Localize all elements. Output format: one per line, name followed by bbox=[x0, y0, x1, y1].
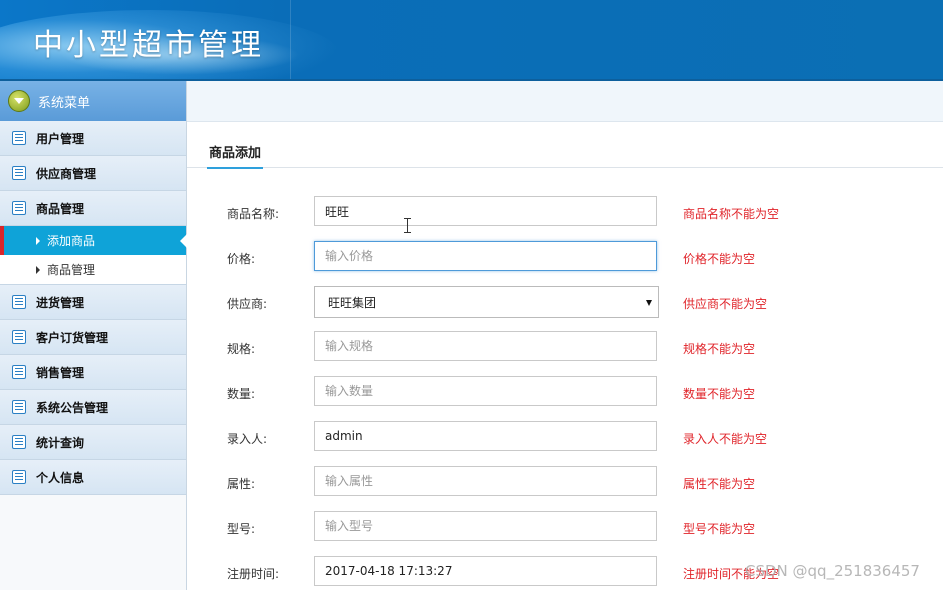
sidebar-header-label: 系统菜单 bbox=[38, 95, 91, 111]
list-icon bbox=[12, 295, 26, 309]
form-row-entry: 录入人: 录入人不能为空 bbox=[187, 421, 943, 455]
collapse-toggle-icon[interactable] bbox=[8, 90, 30, 112]
sidebar-item-profile[interactable]: 个人信息 bbox=[0, 460, 186, 495]
entry-person-input[interactable] bbox=[314, 421, 657, 451]
sidebar-item-sales-management[interactable]: 销售管理 bbox=[0, 355, 186, 390]
caret-right-icon bbox=[36, 236, 40, 245]
sidebar-item-supplier-management[interactable]: 供应商管理 bbox=[0, 156, 186, 191]
validation-message: 属性不能为空 bbox=[683, 477, 756, 491]
validation-message: 型号不能为空 bbox=[683, 522, 756, 536]
validation-message: 录入人不能为空 bbox=[683, 432, 768, 446]
product-name-input[interactable] bbox=[314, 196, 657, 226]
form-row-attr: 属性: 属性不能为空 bbox=[187, 466, 943, 500]
field-label: 供应商: bbox=[227, 297, 268, 311]
app-header: 中小型超市管理 bbox=[0, 0, 943, 81]
validation-message: 供应商不能为空 bbox=[683, 297, 768, 311]
sidebar-item-label: 客户订货管理 bbox=[36, 330, 109, 345]
form-row-qty: 数量: 数量不能为空 bbox=[187, 376, 943, 410]
sidebar: 系统菜单 用户管理 供应商管理 商品管理 添加商品 商品管理 进货管理 客户订货… bbox=[0, 81, 187, 590]
sidebar-subitem-label: 添加商品 bbox=[47, 234, 96, 248]
supplier-select[interactable]: 旺旺集团 bbox=[314, 286, 659, 318]
dropdown-arrow-icon bbox=[646, 300, 652, 306]
field-label: 商品名称: bbox=[227, 207, 280, 221]
app-title: 中小型超市管理 bbox=[33, 28, 264, 63]
field-label: 价格: bbox=[227, 252, 256, 266]
field-label: 型号: bbox=[227, 522, 256, 536]
list-icon bbox=[12, 400, 26, 414]
sidebar-item-label: 用户管理 bbox=[36, 131, 85, 146]
register-time-input[interactable] bbox=[314, 556, 657, 586]
sidebar-subitem-add-product[interactable]: 添加商品 bbox=[0, 226, 187, 255]
sidebar-item-purchase-management[interactable]: 进货管理 bbox=[0, 285, 186, 320]
form-row-spec: 规格: 规格不能为空 bbox=[187, 331, 943, 365]
caret-right-icon bbox=[36, 265, 40, 274]
tab-strip: 商品添加 bbox=[187, 122, 943, 169]
field-label: 规格: bbox=[227, 342, 256, 356]
sidebar-item-label: 系统公告管理 bbox=[36, 400, 109, 415]
list-icon bbox=[12, 201, 26, 215]
field-label: 数量: bbox=[227, 387, 256, 401]
sidebar-item-label: 供应商管理 bbox=[36, 166, 97, 181]
validation-message: 规格不能为空 bbox=[683, 342, 756, 356]
sidebar-item-label: 商品管理 bbox=[36, 201, 85, 216]
text-cursor-icon bbox=[404, 218, 412, 233]
sidebar-item-label: 销售管理 bbox=[36, 365, 85, 380]
quantity-input[interactable] bbox=[314, 376, 657, 406]
sidebar-item-customer-order-management[interactable]: 客户订货管理 bbox=[0, 320, 186, 355]
sidebar-header[interactable]: 系统菜单 bbox=[0, 81, 186, 121]
list-icon bbox=[12, 365, 26, 379]
field-label: 录入人: bbox=[227, 432, 268, 446]
sidebar-item-statistics[interactable]: 统计查询 bbox=[0, 425, 186, 460]
list-icon bbox=[12, 435, 26, 449]
field-label: 属性: bbox=[227, 477, 256, 491]
price-input[interactable] bbox=[314, 241, 657, 271]
tab-add-product[interactable]: 商品添加 bbox=[207, 142, 264, 169]
validation-message: 数量不能为空 bbox=[683, 387, 756, 401]
spec-input[interactable] bbox=[314, 331, 657, 361]
header-divider bbox=[290, 0, 291, 81]
content-topbar bbox=[187, 81, 943, 122]
validation-message: 商品名称不能为空 bbox=[683, 207, 780, 221]
list-icon bbox=[12, 131, 26, 145]
sidebar-item-label: 统计查询 bbox=[36, 435, 85, 450]
sidebar-item-label: 进货管理 bbox=[36, 295, 85, 310]
form-row-supplier: 供应商: 旺旺集团 供应商不能为空 bbox=[187, 286, 943, 320]
list-icon bbox=[12, 330, 26, 344]
sidebar-item-user-management[interactable]: 用户管理 bbox=[0, 121, 186, 156]
watermark: CSDN @qq_251836457 bbox=[745, 562, 920, 580]
attribute-input[interactable] bbox=[314, 466, 657, 496]
sidebar-subitem-product-list[interactable]: 商品管理 bbox=[0, 255, 186, 285]
field-label: 注册时间: bbox=[227, 567, 280, 581]
sidebar-subitem-label: 商品管理 bbox=[47, 263, 96, 277]
list-icon bbox=[12, 470, 26, 484]
list-icon bbox=[12, 166, 26, 180]
model-input[interactable] bbox=[314, 511, 657, 541]
form-row-price: 价格: 价格不能为空 bbox=[187, 241, 943, 275]
sidebar-item-label: 个人信息 bbox=[36, 470, 85, 485]
sidebar-item-announcement-management[interactable]: 系统公告管理 bbox=[0, 390, 186, 425]
form-row-model: 型号: 型号不能为空 bbox=[187, 511, 943, 545]
form-row-name: 商品名称: 商品名称不能为空 bbox=[187, 196, 943, 230]
validation-message: 价格不能为空 bbox=[683, 252, 756, 266]
supplier-selected-value: 旺旺集团 bbox=[328, 295, 377, 310]
sidebar-item-product-management[interactable]: 商品管理 bbox=[0, 191, 186, 226]
